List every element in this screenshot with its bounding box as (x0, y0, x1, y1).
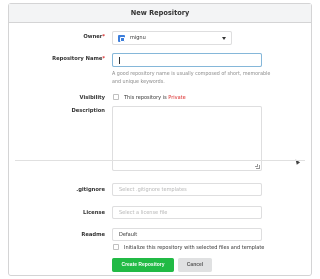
license-select[interactable]: Select a license file (112, 206, 262, 219)
visibility-label: Visibility (79, 95, 105, 101)
cancel-button[interactable]: Cancel (178, 258, 212, 272)
repo-name-help: A good repository name is usually compos… (112, 72, 271, 85)
page-title: New Repository (9, 4, 311, 23)
text-cursor (119, 57, 120, 64)
resize-handle-icon[interactable] (255, 164, 260, 169)
chevron-down-icon (222, 37, 226, 40)
private-checkbox[interactable] (113, 94, 119, 100)
readme-value: Default (119, 232, 138, 238)
divider (15, 160, 305, 161)
private-text: Private (168, 95, 186, 101)
owner-label-text: Owner (83, 34, 103, 40)
owner-name: mignu (130, 35, 146, 41)
init-checkbox-label: Initialize this repository with selected… (124, 245, 265, 251)
create-repository-button[interactable]: Create Repository (112, 258, 174, 272)
private-checkbox-text: This repository is (124, 95, 169, 101)
license-label: License (83, 210, 105, 216)
required-mark: * (102, 56, 105, 62)
repo-name-label-text: Repository Name (52, 56, 103, 62)
description-label: Description (71, 108, 105, 114)
description-textarea[interactable] (112, 106, 262, 171)
gitignore-select[interactable]: Select .gitignore templates (112, 183, 262, 196)
readme-select[interactable]: Default (112, 228, 262, 241)
gitignore-placeholder: Select .gitignore templates (119, 187, 187, 193)
owner-avatar (118, 35, 125, 42)
private-checkbox-label: This repository is Private (124, 95, 186, 101)
license-placeholder: Select a license file (119, 210, 168, 216)
repo-name-input[interactable] (112, 53, 262, 67)
owner-dropdown[interactable]: mignu (112, 31, 232, 45)
required-mark: * (102, 34, 105, 40)
readme-label: Readme (81, 232, 105, 238)
repo-name-label: Repository Name* (52, 56, 105, 62)
owner-label: Owner* (83, 34, 105, 40)
gitignore-label: .gitignore (76, 187, 105, 193)
new-repository-panel: New Repository Owner* mignu Repository N… (8, 3, 312, 276)
init-checkbox[interactable] (113, 244, 119, 250)
